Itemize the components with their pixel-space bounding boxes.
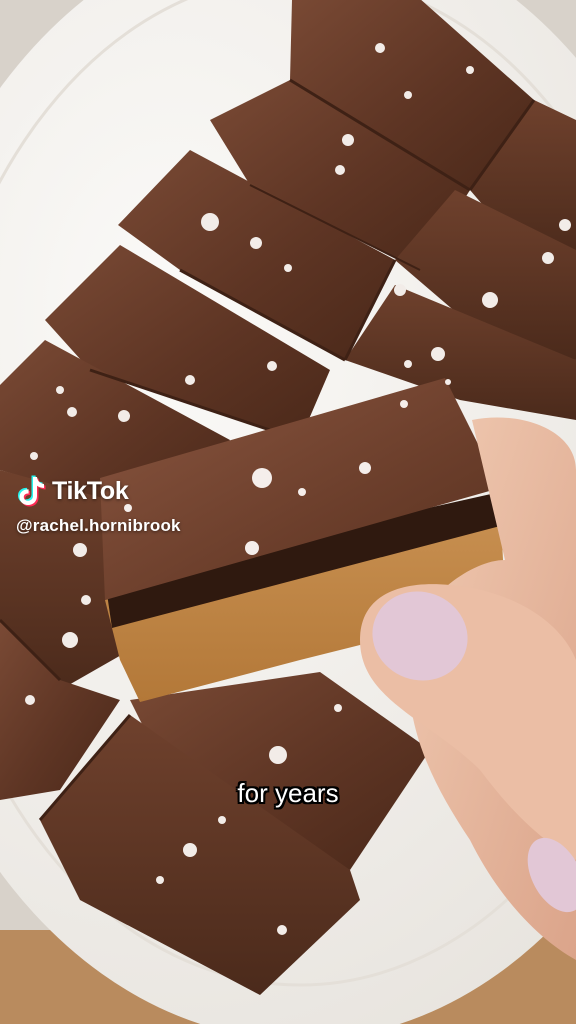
tiktok-watermark: TikTok @rachel.hornibrook (16, 474, 181, 536)
video-caption: for years (237, 778, 339, 808)
video-frame[interactable]: TikTok @rachel.hornibrook for years (0, 0, 576, 1024)
tiktok-note-icon (18, 475, 46, 507)
tiktok-brand-label: TikTok (52, 476, 129, 505)
creator-handle[interactable]: @rachel.hornibrook (16, 516, 181, 536)
